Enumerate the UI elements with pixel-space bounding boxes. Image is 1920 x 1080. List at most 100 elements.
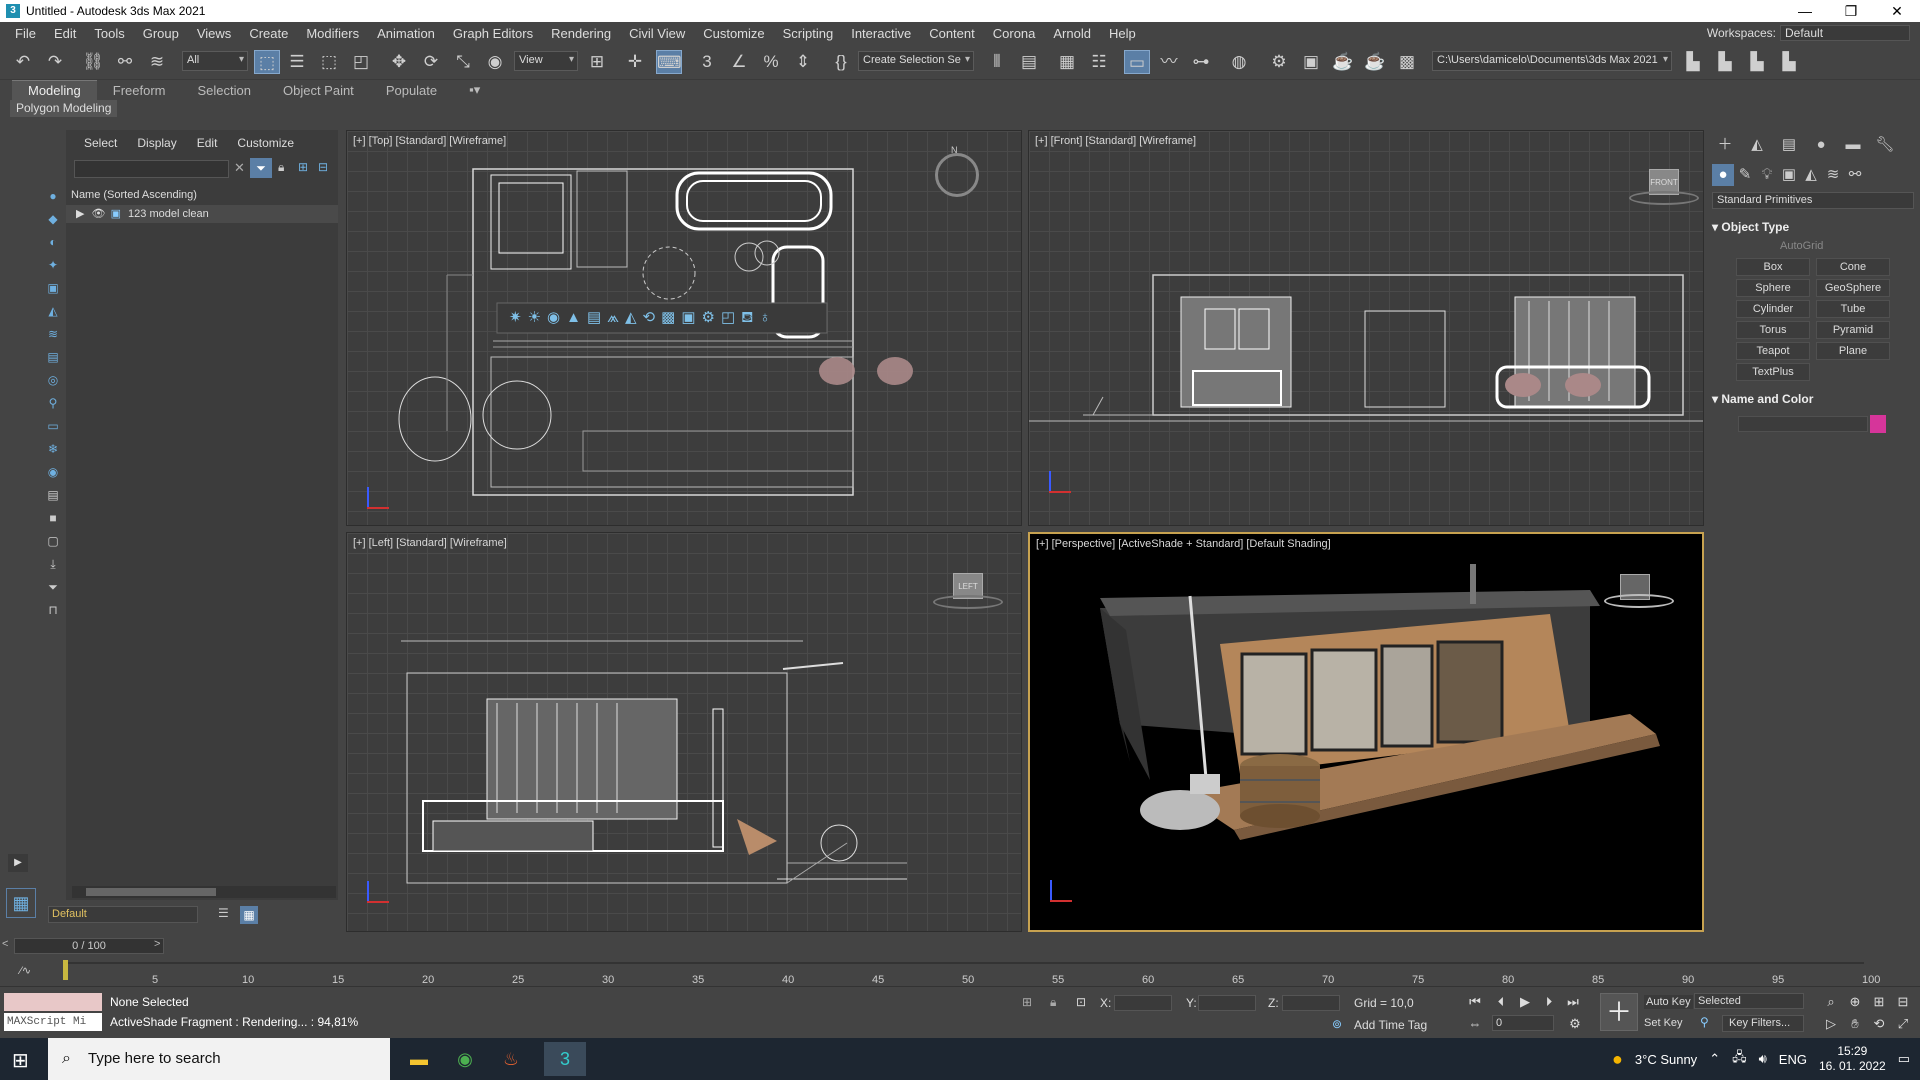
material-library-icon[interactable]: ▤ xyxy=(587,305,601,331)
place-icon[interactable]: ◉ xyxy=(482,50,508,74)
explorer-column-header[interactable]: Name (Sorted Ascending) xyxy=(66,186,338,204)
absolute-mode-icon[interactable]: ⊡ xyxy=(1076,995,1086,1009)
redo-icon[interactable]: ↷ xyxy=(42,50,68,74)
material-editor-icon[interactable]: ◍ xyxy=(1226,50,1252,74)
notifications-icon[interactable]: ▭ xyxy=(1898,1051,1910,1067)
plane-button[interactable]: Plane xyxy=(1816,342,1890,360)
taskbar-search-input[interactable]: ⌕ Type here to search xyxy=(48,1038,390,1080)
explorer-horizontal-scrollbar[interactable] xyxy=(72,886,336,898)
display-xrefs-icon[interactable]: ◎ xyxy=(44,371,62,389)
menu-views[interactable]: Views xyxy=(188,26,240,41)
maximize-viewport-icon[interactable]: ⤢ xyxy=(1894,1015,1912,1033)
proxy-icon[interactable]: ▲ xyxy=(566,305,581,331)
edit-named-selection-icon[interactable]: {} xyxy=(828,50,854,74)
time-config-icon[interactable]: ⚙ xyxy=(1566,1015,1584,1033)
layer-explorer-icon[interactable]: ☷ xyxy=(1086,50,1112,74)
time-tag-icon[interactable]: ⊚ xyxy=(1332,1017,1342,1031)
menu-rendering[interactable]: Rendering xyxy=(542,26,620,41)
snaps-toggle-icon[interactable]: 3 xyxy=(694,50,720,74)
filter-icon[interactable]: ⏷ xyxy=(44,578,62,596)
3ds-max-taskbar-icon[interactable]: 3 xyxy=(544,1042,586,1076)
language-indicator[interactable]: ENG xyxy=(1779,1052,1807,1067)
textplus-button[interactable]: TextPlus xyxy=(1736,363,1810,381)
curve-editor-mini-icon[interactable]: ⁄∿ xyxy=(20,964,31,977)
name-color-rollout[interactable]: ▾ Name and Color xyxy=(1712,392,1916,406)
camera-icon[interactable]: ◉ xyxy=(547,305,560,331)
display-invert-icon[interactable]: ▢ xyxy=(44,532,62,550)
app-icon[interactable]: ♨ xyxy=(490,1042,532,1076)
menu-modifiers[interactable]: Modifiers xyxy=(297,26,368,41)
menu-corona[interactable]: Corona xyxy=(984,26,1045,41)
menu-customize[interactable]: Customize xyxy=(694,26,773,41)
display-containers-icon[interactable]: ▭ xyxy=(44,417,62,435)
undo-icon[interactable]: ↶ xyxy=(10,50,36,74)
next-frame-icon[interactable]: ⏵ xyxy=(1540,993,1558,1011)
ribbon-tab-freeform[interactable]: Freeform xyxy=(97,83,182,98)
light-icon[interactable]: ✷ xyxy=(509,305,522,331)
ribbon-tab-populate[interactable]: Populate xyxy=(370,83,453,98)
select-by-name-icon[interactable]: ☰ xyxy=(284,50,310,74)
viewcube-ring[interactable] xyxy=(1629,191,1699,205)
ribbon-tab-modeling[interactable]: Modeling xyxy=(12,80,97,100)
bind-space-warp-icon[interactable]: ≋ xyxy=(144,50,170,74)
cameras-icon[interactable]: ▣ xyxy=(1778,164,1800,186)
scene-explorer-icon[interactable]: ▦ xyxy=(1054,50,1080,74)
explorer-row[interactable]: ▶ 👁︎ ▣ 123 model clean xyxy=(66,205,338,223)
current-frame-input[interactable]: 0 xyxy=(1492,1015,1554,1031)
hierarchy-tab-icon[interactable]: ▤ xyxy=(1778,134,1800,156)
tube-button[interactable]: Tube xyxy=(1816,300,1890,318)
create-tab-icon[interactable]: ＋ xyxy=(1714,134,1736,156)
maximize-button[interactable]: ❐ xyxy=(1828,0,1874,22)
display-shapes-icon[interactable]: ◐ xyxy=(44,233,62,251)
explorer-menu-select[interactable]: Select xyxy=(74,136,127,150)
polygon-modeling-panel[interactable]: Polygon Modeling xyxy=(10,100,118,117)
filter-icon[interactable]: ⏷ xyxy=(250,158,272,178)
menu-arnold[interactable]: Arnold xyxy=(1044,26,1100,41)
display-frozen-icon[interactable]: ❄ xyxy=(44,440,62,458)
display-lights-icon[interactable]: ✦ xyxy=(44,256,62,274)
scatter-icon[interactable]: ⩕ xyxy=(607,305,619,331)
scene-explorer-toggle-icon[interactable]: ▦ xyxy=(240,906,258,924)
sun-icon[interactable]: ☀ xyxy=(528,305,541,331)
time-slider[interactable]: 0 / 100 xyxy=(14,938,164,954)
select-object-icon[interactable]: ⬚ xyxy=(254,50,280,74)
z-coordinate-input[interactable] xyxy=(1282,995,1340,1011)
viewport-top[interactable]: [+] [Top] [Standard] [Wireframe] ✷ ☀ ◉ ▲… xyxy=(346,130,1022,526)
display-none-icon[interactable]: ● xyxy=(44,187,62,205)
sphere-button[interactable]: Sphere xyxy=(1736,279,1810,297)
bulb-icon[interactable]: ♁ xyxy=(759,305,770,331)
curve-editor-icon[interactable]: 〰 xyxy=(1156,50,1182,74)
keyboard-shortcut-override-icon[interactable]: ⌨ xyxy=(656,50,682,74)
lock-icon[interactable]: 🔒︎ xyxy=(278,160,284,175)
scale-icon[interactable]: ⤡ xyxy=(450,50,476,74)
move-icon[interactable]: ✥ xyxy=(386,50,412,74)
display-helpers-icon[interactable]: ◭ xyxy=(44,302,62,320)
goto-end-icon[interactable]: ⏭ xyxy=(1564,993,1582,1011)
viewport-perspective[interactable]: [+] [Perspective] [ActiveShade + Standar… xyxy=(1028,532,1704,932)
menu-edit[interactable]: Edit xyxy=(45,26,85,41)
zoom-all-icon[interactable]: ⊕ xyxy=(1846,993,1864,1011)
angle-snap-icon[interactable]: ∠ xyxy=(726,50,752,74)
current-layer-dropdown[interactable]: Default xyxy=(48,906,198,923)
unlink-icon[interactable]: ⚯ xyxy=(112,50,138,74)
percent-snap-icon[interactable]: % xyxy=(758,50,784,74)
zoom-extents-all-icon[interactable]: ⊟ xyxy=(1894,993,1912,1011)
ribbon-options-icon[interactable]: ▪▾ xyxy=(453,82,496,98)
network-icon[interactable]: 🖧︎ xyxy=(1732,1048,1747,1070)
window-crossing-icon[interactable]: ◰ xyxy=(348,50,374,74)
pyramid-button[interactable]: Pyramid xyxy=(1816,321,1890,339)
menu-content[interactable]: Content xyxy=(920,26,984,41)
goto-start-icon[interactable]: ⏮ xyxy=(1466,993,1484,1011)
utilities-tab-icon[interactable]: 🔧︎ xyxy=(1874,134,1896,156)
interactive-icon[interactable]: ▣ xyxy=(681,305,695,331)
add-time-tag[interactable]: Add Time Tag xyxy=(1354,1018,1427,1032)
display-hidden-icon[interactable]: ◉ xyxy=(44,463,62,481)
decal-icon[interactable]: ◭ xyxy=(625,305,637,331)
display-tab-icon[interactable]: ▬ xyxy=(1842,134,1864,156)
viewcube-ring[interactable] xyxy=(1604,594,1674,608)
default-in-out-icon[interactable]: ⚲ xyxy=(1700,1015,1709,1029)
selection-filter-dropdown[interactable]: All xyxy=(182,51,248,71)
sort-icon[interactable]: ⤓ xyxy=(44,555,62,573)
menu-scripting[interactable]: Scripting xyxy=(774,26,843,41)
display-cameras-icon[interactable]: ▣ xyxy=(44,279,62,297)
